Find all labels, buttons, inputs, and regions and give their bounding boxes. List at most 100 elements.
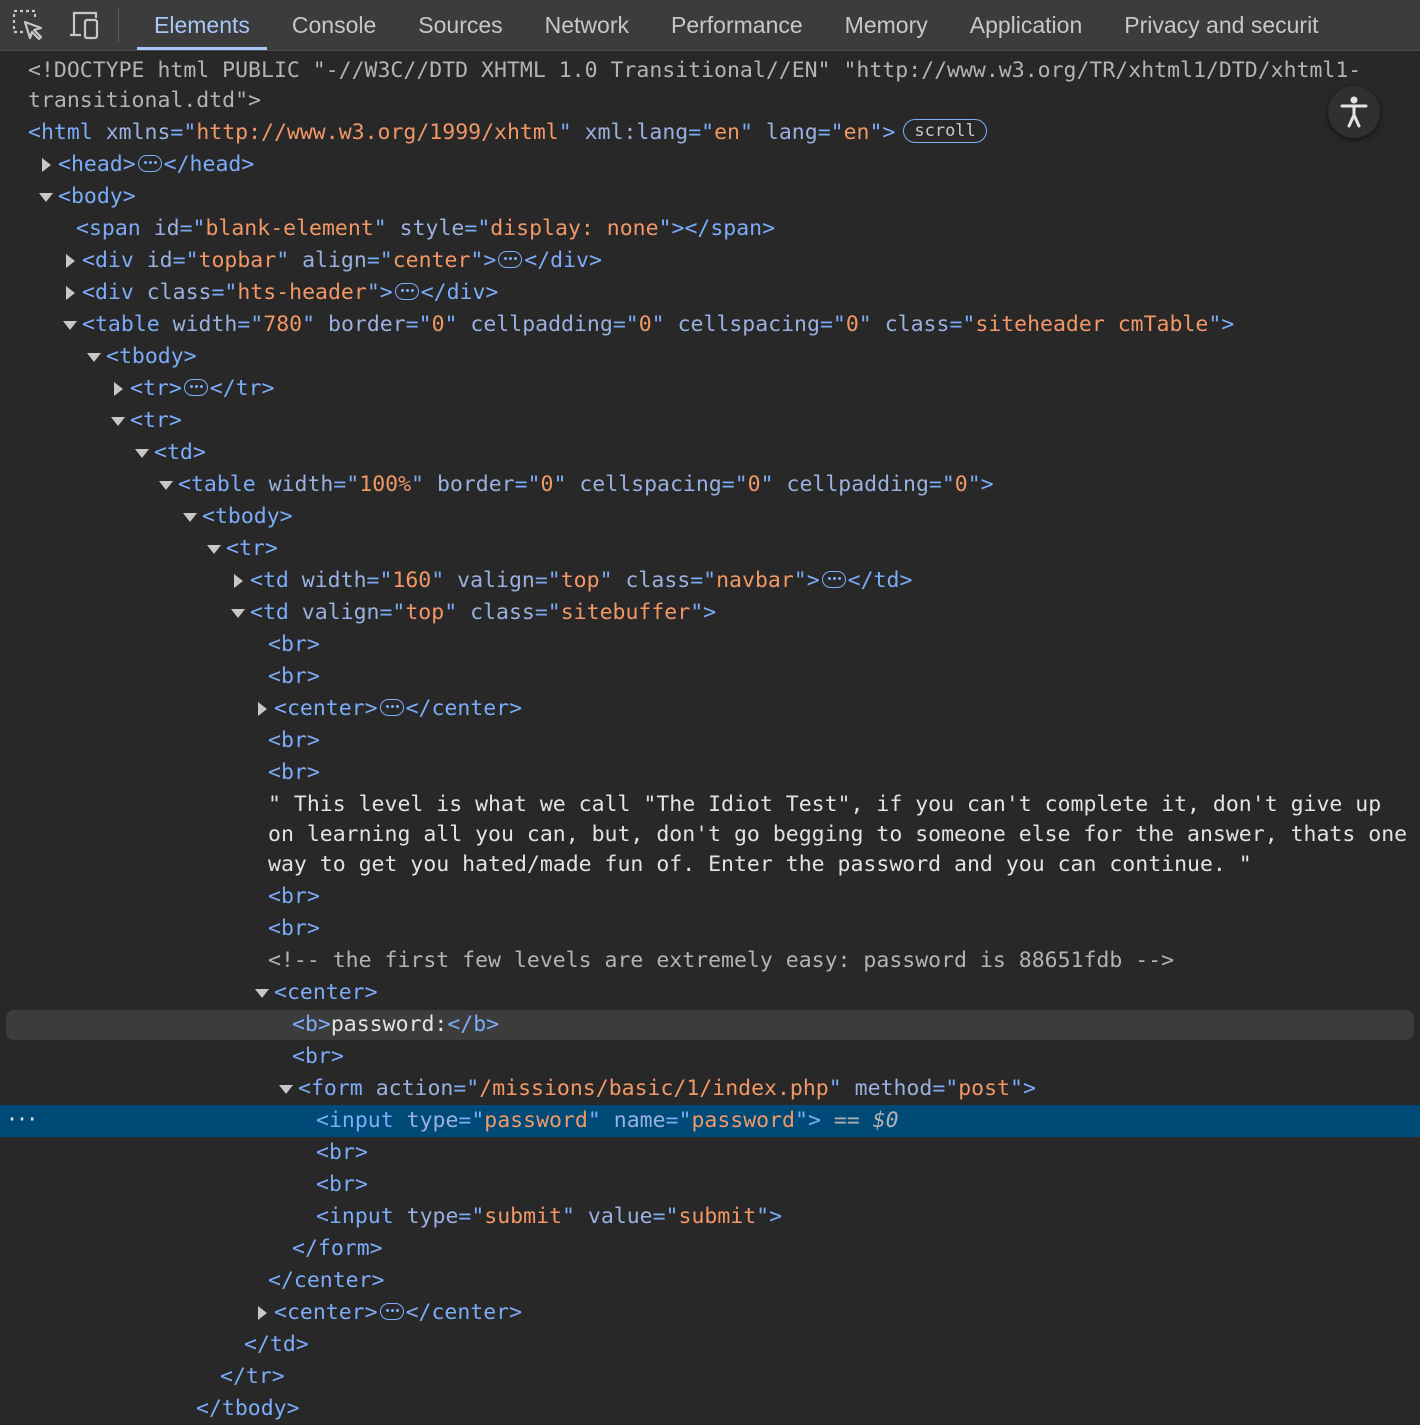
tree-line-div-header[interactable]: <div class="hts-header"> </div> — [0, 277, 1420, 309]
table-class-value: siteheader cmTable — [975, 312, 1209, 337]
device-toolbar-icon — [70, 11, 99, 40]
tree-line-td-close[interactable]: </td> — [0, 1329, 1420, 1361]
tree-line-table[interactable]: <table width="780" border="0" cellpaddin… — [0, 309, 1420, 341]
tree-line-form[interactable]: <form action="/missions/basic/1/index.ph… — [0, 1073, 1420, 1105]
tab-network[interactable]: Network — [524, 0, 650, 50]
selected-marker: == — [833, 1108, 873, 1133]
collapse-caret[interactable] — [252, 977, 272, 1009]
tree-line-br[interactable]: <br> — [0, 1169, 1420, 1201]
tree-line-text-node[interactable]: " This level is what we call "The Idiot … — [0, 789, 1420, 881]
tree-line-input-submit[interactable]: <input type="submit" value="submit"> — [0, 1201, 1420, 1233]
collapsed-ellipsis-icon[interactable] — [379, 1302, 404, 1320]
navbar-valign-value: top — [560, 568, 600, 593]
collapsed-ellipsis-icon[interactable] — [137, 154, 162, 172]
form-method-value: post — [958, 1076, 1010, 1101]
collapsed-ellipsis-icon[interactable] — [498, 250, 523, 268]
tree-line-head[interactable]: <head> </head> — [0, 149, 1420, 181]
tree-line-inner-tbody[interactable]: <tbody> — [0, 501, 1420, 533]
tab-performance[interactable]: Performance — [650, 0, 824, 50]
tree-line-tr-close[interactable]: </tr> — [0, 1361, 1420, 1393]
collapsed-ellipsis-icon[interactable] — [183, 378, 208, 396]
collapsed-ellipsis-icon[interactable] — [821, 570, 846, 588]
tree-line-br[interactable]: <br> — [0, 913, 1420, 945]
scroll-badge[interactable]: scroll — [903, 119, 987, 143]
tree-line-center-close[interactable]: </center> — [0, 1265, 1420, 1297]
header-class-value: hts-header — [237, 280, 367, 305]
topbar-align-value: center — [392, 248, 471, 273]
tree-line-tr-collapsed[interactable]: <tr> </tr> — [0, 373, 1420, 405]
expand-caret[interactable] — [60, 245, 80, 277]
tree-line-tbody-close[interactable]: </tbody> — [0, 1393, 1420, 1425]
tab-console[interactable]: Console — [271, 0, 397, 50]
collapsed-ellipsis-icon[interactable] — [394, 282, 419, 300]
tree-line-center-collapsed[interactable]: <center> </center> — [0, 693, 1420, 725]
tree-line-input-selected[interactable]: ··· <input type="password" name="passwor… — [0, 1105, 1420, 1137]
tree-line-span[interactable]: <span id="blank-element" style="display:… — [0, 213, 1420, 245]
buffer-valign-value: top — [405, 600, 445, 625]
expand-caret[interactable] — [36, 149, 56, 181]
device-toolbar-button[interactable] — [56, 0, 112, 50]
collapse-caret[interactable] — [84, 341, 104, 373]
tab-memory[interactable]: Memory — [824, 0, 949, 50]
tree-line-td-navbar[interactable]: <td width="160" valign="top" class="navb… — [0, 565, 1420, 597]
collapse-caret[interactable] — [60, 309, 80, 341]
expand-caret[interactable] — [252, 1297, 272, 1329]
collapse-caret[interactable] — [108, 405, 128, 437]
tree-line-body[interactable]: <body> — [0, 181, 1420, 213]
tree-line-tr[interactable]: <tr> — [0, 405, 1420, 437]
table-cellpadding-value: 0 — [638, 312, 652, 337]
tree-line-inner-table[interactable]: <table width="100%" border="0" cellspaci… — [0, 469, 1420, 501]
expand-caret[interactable] — [228, 565, 248, 597]
tree-line-br[interactable]: <br> — [0, 757, 1420, 789]
dom-tree[interactable]: <!DOCTYPE html PUBLIC "-//W3C//DTD XHTML… — [0, 51, 1420, 1425]
tree-line-br[interactable]: <br> — [0, 725, 1420, 757]
tree-line-tbody[interactable]: <tbody> — [0, 341, 1420, 373]
collapse-caret[interactable] — [276, 1073, 296, 1105]
tab-application[interactable]: Application — [949, 0, 1104, 50]
tree-line-td[interactable]: <td> — [0, 437, 1420, 469]
expand-caret[interactable] — [252, 693, 272, 725]
tree-line-html[interactable]: <html xmlns="http://www.w3.org/1999/xhtm… — [0, 117, 1420, 149]
table-border-value: 0 — [431, 312, 445, 337]
collapse-caret[interactable] — [204, 533, 224, 565]
tab-sources[interactable]: Sources — [397, 0, 523, 50]
input-type-value: password — [484, 1108, 588, 1133]
form-action-value: /missions/basic/1/index.php — [479, 1076, 829, 1101]
expand-caret[interactable] — [60, 277, 80, 309]
tree-line-br[interactable]: <br> — [0, 1041, 1420, 1073]
tree-line-br[interactable]: <br> — [0, 1137, 1420, 1169]
collapsed-ellipsis-icon[interactable] — [379, 698, 404, 716]
tree-line-td-sitebuffer[interactable]: <td valign="top" class="sitebuffer"> — [0, 597, 1420, 629]
tree-line-center[interactable]: <center> — [0, 977, 1420, 1009]
expand-caret[interactable] — [108, 373, 128, 405]
inner-cellpadding-value: 0 — [954, 472, 968, 497]
tab-elements[interactable]: Elements — [133, 0, 271, 50]
tree-line-br[interactable]: <br> — [0, 881, 1420, 913]
collapse-caret[interactable] — [36, 181, 56, 213]
html-comment: <!-- the first few levels are extremely … — [268, 948, 1175, 973]
tree-line-br[interactable]: <br> — [0, 629, 1420, 661]
doctype-line-2: transitional.dtd"> — [28, 88, 261, 113]
b-text: password: — [330, 1012, 448, 1037]
collapse-caret[interactable] — [132, 437, 152, 469]
html-xmlns-value: http://www.w3.org/1999/xhtml — [196, 120, 559, 145]
more-actions-icon[interactable]: ··· — [6, 1105, 38, 1133]
table-width-value: 780 — [263, 312, 303, 337]
submit-type-value: submit — [484, 1204, 562, 1229]
tree-line-inner-tr[interactable]: <tr> — [0, 533, 1420, 565]
text-node: " This level is what we call "The Idiot … — [268, 792, 1408, 877]
tree-line-div-topbar[interactable]: <div id="topbar" align="center"> </div> — [0, 245, 1420, 277]
tree-line-comment[interactable]: <!-- the first few levels are extremely … — [0, 945, 1420, 977]
collapse-caret[interactable] — [180, 501, 200, 533]
collapse-caret[interactable] — [156, 469, 176, 501]
collapse-caret[interactable] — [228, 597, 248, 629]
tree-line-doctype[interactable]: <!DOCTYPE html PUBLIC "-//W3C//DTD XHTML… — [0, 55, 1420, 117]
inspect-element-button[interactable] — [0, 0, 56, 50]
tree-line-br[interactable]: <br> — [0, 661, 1420, 693]
tab-privacy-security[interactable]: Privacy and securit — [1103, 0, 1339, 50]
tree-line-form-close[interactable]: </form> — [0, 1233, 1420, 1265]
tree-line-center-collapsed[interactable]: <center> </center> — [0, 1297, 1420, 1329]
tree-line-b-hovered[interactable]: <b>password:</b> — [0, 1009, 1420, 1041]
inner-border-value: 0 — [540, 472, 554, 497]
doctype-line-1: <!DOCTYPE html PUBLIC "-//W3C//DTD XHTML… — [28, 58, 1362, 83]
